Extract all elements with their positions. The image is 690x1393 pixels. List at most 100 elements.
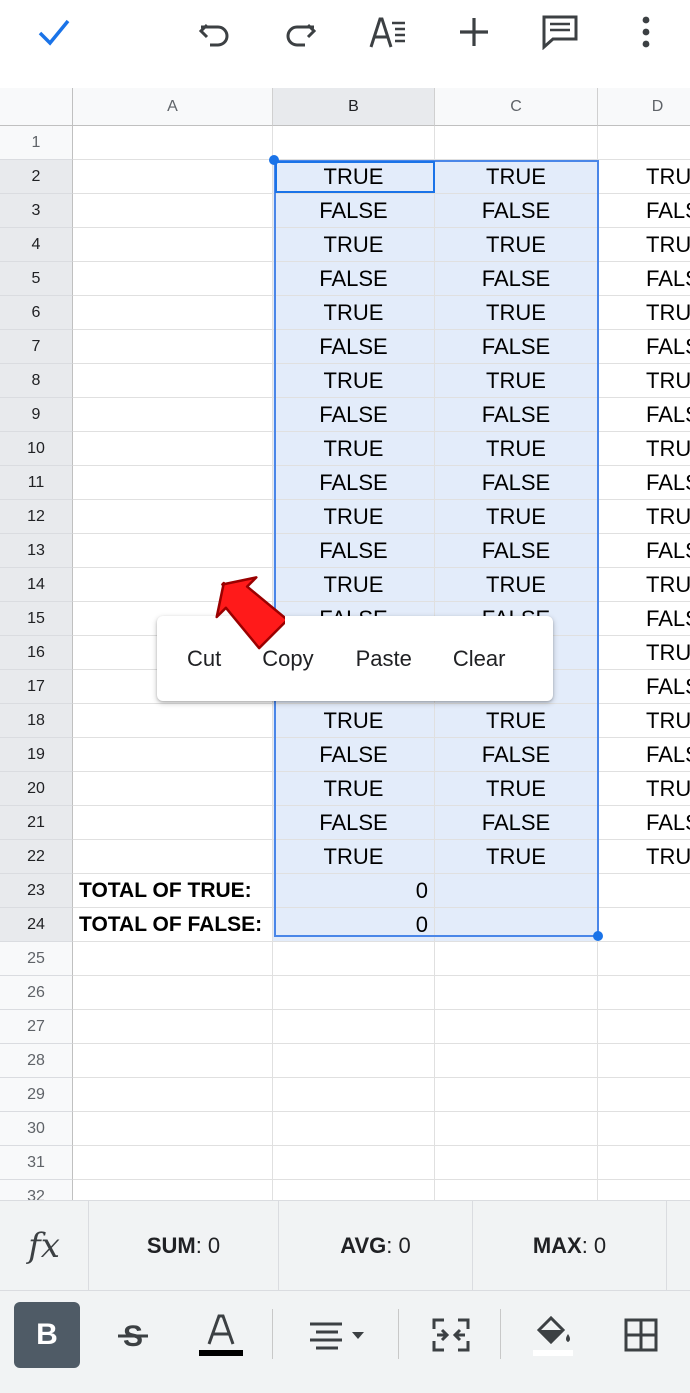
selection-handle-bottom[interactable] <box>593 931 603 941</box>
cell-d19[interactable]: FALS <box>598 738 690 772</box>
cell-d18[interactable]: TRU <box>598 704 690 738</box>
cell-a12[interactable] <box>73 500 273 534</box>
strikethrough-icon[interactable]: S <box>100 1302 166 1368</box>
cell-d2[interactable]: TRU <box>598 160 690 194</box>
cell-b9[interactable]: FALSE <box>273 398 435 432</box>
cell-d9[interactable]: FALS <box>598 398 690 432</box>
cell-d31[interactable] <box>598 1146 690 1180</box>
cell-c2[interactable]: TRUE <box>435 160 598 194</box>
cell-a26[interactable] <box>73 976 273 1010</box>
cell-d20[interactable]: TRU <box>598 772 690 806</box>
cell-c28[interactable] <box>435 1044 598 1078</box>
cell-b4[interactable]: TRUE <box>273 228 435 262</box>
column-header-b[interactable]: B <box>273 88 435 126</box>
cell-c25[interactable] <box>435 942 598 976</box>
row-header-23[interactable]: 23 <box>0 874 73 908</box>
cell-c18[interactable]: TRUE <box>435 704 598 738</box>
cell-b1[interactable] <box>273 126 435 160</box>
cell-c3[interactable]: FALSE <box>435 194 598 228</box>
row-header-1[interactable]: 1 <box>0 126 73 160</box>
selection-handle-top[interactable] <box>269 155 279 165</box>
cell-b29[interactable] <box>273 1078 435 1112</box>
select-all-corner[interactable] <box>0 88 73 126</box>
sum-stat[interactable]: SUM: 0 <box>88 1201 278 1291</box>
cell-b30[interactable] <box>273 1112 435 1146</box>
row-header-18[interactable]: 18 <box>0 704 73 738</box>
cell-a9[interactable] <box>73 398 273 432</box>
row-header-11[interactable]: 11 <box>0 466 73 500</box>
row-header-24[interactable]: 24 <box>0 908 73 942</box>
cell-d21[interactable]: FALS <box>598 806 690 840</box>
fill-color-icon[interactable] <box>520 1302 586 1368</box>
cell-a18[interactable] <box>73 704 273 738</box>
row-header-7[interactable]: 7 <box>0 330 73 364</box>
insert-icon[interactable] <box>450 10 498 54</box>
cell-b22[interactable]: TRUE <box>273 840 435 874</box>
row-header-20[interactable]: 20 <box>0 772 73 806</box>
cell-c23[interactable] <box>435 874 598 908</box>
column-header-a[interactable]: A <box>73 88 273 126</box>
cell-d23[interactable] <box>598 874 690 908</box>
row-header-26[interactable]: 26 <box>0 976 73 1010</box>
cell-a25[interactable] <box>73 942 273 976</box>
cell-a24[interactable]: TOTAL OF FALSE: <box>73 908 273 942</box>
column-header-d[interactable]: D <box>598 88 690 126</box>
cell-d5[interactable]: FALS <box>598 262 690 296</box>
undo-icon[interactable] <box>191 10 239 54</box>
row-header-17[interactable]: 17 <box>0 670 73 704</box>
cell-a28[interactable] <box>73 1044 273 1078</box>
cell-b12[interactable]: TRUE <box>273 500 435 534</box>
cell-b8[interactable]: TRUE <box>273 364 435 398</box>
cell-a30[interactable] <box>73 1112 273 1146</box>
cell-a19[interactable] <box>73 738 273 772</box>
cell-a3[interactable] <box>73 194 273 228</box>
cell-c22[interactable]: TRUE <box>435 840 598 874</box>
cell-c7[interactable]: FALSE <box>435 330 598 364</box>
cell-a1[interactable] <box>73 126 273 160</box>
row-header-21[interactable]: 21 <box>0 806 73 840</box>
cell-b14[interactable]: TRUE <box>273 568 435 602</box>
cell-d14[interactable]: TRU <box>598 568 690 602</box>
cell-d22[interactable]: TRU <box>598 840 690 874</box>
cell-c14[interactable]: TRUE <box>435 568 598 602</box>
cell-d12[interactable]: TRU <box>598 500 690 534</box>
cell-d3[interactable]: FALS <box>598 194 690 228</box>
cell-d1[interactable] <box>598 126 690 160</box>
cell-d10[interactable]: TRU <box>598 432 690 466</box>
cell-c21[interactable]: FALSE <box>435 806 598 840</box>
cell-a7[interactable] <box>73 330 273 364</box>
cell-c6[interactable]: TRUE <box>435 296 598 330</box>
cell-a13[interactable] <box>73 534 273 568</box>
comment-icon[interactable] <box>536 10 584 54</box>
cell-d7[interactable]: FALS <box>598 330 690 364</box>
row-header-25[interactable]: 25 <box>0 942 73 976</box>
text-format-icon[interactable] <box>364 10 412 54</box>
cell-c4[interactable]: TRUE <box>435 228 598 262</box>
cell-a27[interactable] <box>73 1010 273 1044</box>
cell-b2[interactable]: TRUE <box>273 160 435 194</box>
cell-b18[interactable]: TRUE <box>273 704 435 738</box>
row-header-3[interactable]: 3 <box>0 194 73 228</box>
cell-b10[interactable]: TRUE <box>273 432 435 466</box>
cell-d25[interactable] <box>598 942 690 976</box>
row-header-16[interactable]: 16 <box>0 636 73 670</box>
cell-a6[interactable] <box>73 296 273 330</box>
cell-c31[interactable] <box>435 1146 598 1180</box>
cell-c20[interactable]: TRUE <box>435 772 598 806</box>
row-header-6[interactable]: 6 <box>0 296 73 330</box>
cell-a8[interactable] <box>73 364 273 398</box>
row-header-5[interactable]: 5 <box>0 262 73 296</box>
cell-b13[interactable]: FALSE <box>273 534 435 568</box>
row-header-9[interactable]: 9 <box>0 398 73 432</box>
cell-a22[interactable] <box>73 840 273 874</box>
paste-menu-item[interactable]: Paste <box>335 616 433 701</box>
cell-a21[interactable] <box>73 806 273 840</box>
cell-b23[interactable]: 0 <box>273 874 435 908</box>
cell-d29[interactable] <box>598 1078 690 1112</box>
cell-c30[interactable] <box>435 1112 598 1146</box>
row-header-28[interactable]: 28 <box>0 1044 73 1078</box>
cell-d15[interactable]: FALS <box>598 602 690 636</box>
cell-b20[interactable]: TRUE <box>273 772 435 806</box>
row-header-8[interactable]: 8 <box>0 364 73 398</box>
cell-d16[interactable]: TRU <box>598 636 690 670</box>
